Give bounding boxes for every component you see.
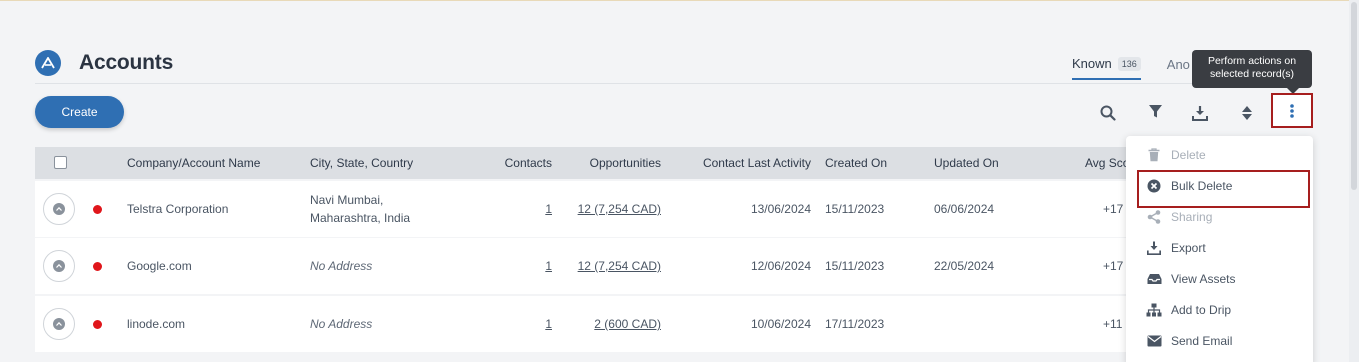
filter-icon[interactable] [1144, 100, 1166, 122]
page-header: Accounts [35, 45, 173, 81]
avg-score: +17 [1103, 202, 1124, 216]
column-header-company[interactable]: Company/Account Name [127, 156, 260, 170]
tab-anonymous[interactable]: Ano [1167, 57, 1190, 79]
contacts-link[interactable]: 1 [465, 317, 552, 331]
more-actions-button[interactable] [1271, 93, 1313, 128]
scrollbar-thumb[interactable] [1351, 2, 1357, 190]
opportunities-link[interactable]: 12 (7,254 CAD) [555, 202, 661, 216]
address-line-1: No Address [310, 317, 373, 331]
avg-score: +11 [1103, 317, 1123, 331]
page-scrollbar[interactable] [1349, 0, 1359, 362]
menu-item-add-to-drip[interactable]: Add to Drip [1126, 294, 1313, 325]
table-row[interactable]: linode.com No Address 1 2 (600 CAD) 10/0… [35, 296, 1135, 352]
tab-known-label: Known [1072, 56, 1112, 71]
tooltip-line-2: selected record(s) [1209, 68, 1295, 80]
hierarchy-icon [1146, 302, 1162, 318]
row-avatar[interactable] [43, 250, 75, 282]
last-activity-date: 13/06/2024 [750, 202, 811, 216]
table-header: Company/Account Name City, State, Countr… [35, 147, 1135, 179]
share-icon [1146, 209, 1162, 225]
last-activity-date: 10/06/2024 [750, 317, 811, 331]
address-line-1: Navi Mumbai, [310, 193, 384, 207]
updated-on-date: 06/06/2024 [934, 202, 995, 216]
status-dot [93, 205, 102, 214]
tab-known[interactable]: Known 136 [1072, 56, 1141, 80]
address-line-1: No Address [310, 259, 373, 273]
contacts-link[interactable]: 1 [465, 202, 552, 216]
menu-item-label: Sharing [1171, 209, 1213, 224]
column-header-last-activity[interactable]: Contact Last Activity [675, 156, 811, 170]
sort-icon[interactable] [1236, 102, 1258, 124]
menu-item-label: Export [1171, 240, 1206, 255]
created-on-date: 15/11/2023 [825, 202, 885, 216]
search-icon[interactable] [1097, 102, 1119, 124]
opportunities-link[interactable]: 12 (7,254 CAD) [555, 259, 661, 273]
menu-item-label: View Assets [1171, 271, 1236, 286]
created-on-date: 15/11/2023 [825, 259, 885, 273]
company-name[interactable]: Telstra Corporation [127, 202, 228, 216]
column-header-updated-on[interactable]: Updated On [934, 156, 999, 170]
status-dot [93, 262, 102, 271]
company-name[interactable]: Google.com [127, 259, 192, 273]
menu-item-delete[interactable]: Delete [1126, 139, 1313, 170]
record-tabs: Known 136 Ano [1072, 56, 1190, 80]
last-activity-date: 12/06/2024 [750, 259, 811, 273]
row-avatar[interactable] [43, 193, 75, 225]
accounts-logo-icon [35, 50, 61, 76]
status-dot [93, 320, 102, 329]
actions-tooltip: Perform actions on selected record(s) [1192, 50, 1312, 94]
column-header-opportunities[interactable]: Opportunities [555, 156, 661, 170]
menu-item-send-email[interactable]: Send Email [1126, 325, 1313, 356]
updated-on-date: 22/05/2024 [934, 259, 995, 273]
kebab-icon [1290, 103, 1294, 118]
address-line-2: Maharashtra, India [310, 211, 411, 225]
contacts-link[interactable]: 1 [465, 259, 552, 273]
download-icon [1146, 240, 1162, 256]
menu-item-view-assets[interactable]: View Assets [1126, 263, 1313, 294]
download-icon[interactable] [1189, 102, 1211, 124]
tab-known-count: 136 [1117, 56, 1141, 71]
menu-item-label: Send Email [1171, 333, 1233, 348]
bulk-delete-highlight [1137, 170, 1310, 208]
page-title: Accounts [79, 51, 174, 74]
select-all-checkbox[interactable] [54, 156, 67, 169]
table-row[interactable]: Telstra Corporation Navi Mumbai, Maharas… [35, 181, 1135, 237]
top-border [0, 0, 1359, 1]
row-avatar[interactable] [43, 308, 75, 340]
inbox-icon [1146, 271, 1162, 287]
menu-item-label: Add to Drip [1171, 302, 1232, 317]
envelope-icon [1146, 333, 1162, 349]
column-header-created-on[interactable]: Created On [825, 156, 887, 170]
opportunities-link[interactable]: 2 (600 CAD) [555, 317, 661, 331]
menu-item-label: Delete [1171, 147, 1206, 162]
menu-item-export[interactable]: Export [1126, 232, 1313, 263]
tooltip-line-1: Perform actions on [1207, 55, 1297, 67]
company-name[interactable]: linode.com [127, 317, 185, 331]
column-header-avg-score[interactable]: Avg Sco [1085, 156, 1129, 170]
table-row[interactable]: Google.com No Address 1 12 (7,254 CAD) 1… [35, 238, 1135, 294]
header-divider [35, 83, 1305, 84]
created-on-date: 17/11/2023 [825, 317, 885, 331]
avg-score: +17 [1103, 259, 1124, 273]
column-header-location[interactable]: City, State, Country [310, 156, 413, 170]
tab-anonymous-label: Ano [1166, 57, 1190, 72]
create-button[interactable]: Create [35, 96, 124, 128]
column-header-contacts[interactable]: Contacts [465, 156, 552, 170]
trash-icon [1146, 147, 1162, 163]
